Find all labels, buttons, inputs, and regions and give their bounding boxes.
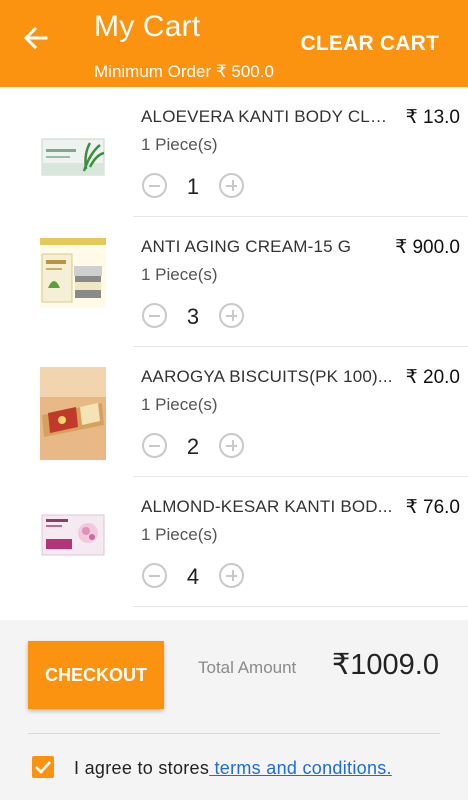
cart-list: ALOEVERA KANTI BODY CLE... ₹ 13.0 1 Piec… <box>0 87 468 620</box>
back-arrow-icon[interactable] <box>22 24 50 52</box>
quantity-value: 1 <box>186 173 200 199</box>
item-name[interactable]: ANTI AGING CREAM-15 G <box>141 237 394 257</box>
increase-quantity-button[interactable] <box>219 562 244 588</box>
item-unit: 1 Piece(s) <box>141 265 218 284</box>
cart-item: AAROGYA BISCUITS(PK 100)... ₹ 20.0 1 Pie… <box>0 347 468 477</box>
almond-kesar-soap-image <box>40 501 106 571</box>
app-bar: My Cart Minimum Order ₹ 500.0 CLEAR CART <box>0 0 468 87</box>
increase-quantity-button[interactable] <box>219 302 244 328</box>
aarogya-biscuits-image <box>40 367 106 460</box>
decrease-quantity-button[interactable] <box>142 562 167 588</box>
item-unit: 1 Piece(s) <box>141 525 218 544</box>
terms-link[interactable]: terms and conditions. <box>209 758 392 778</box>
cart-item: ALMOND-KESAR KANTI BOD... ₹ 76.0 1 Piece… <box>0 477 468 607</box>
total-amount-value: ₹1009.0 <box>331 649 439 681</box>
clear-cart-button[interactable]: CLEAR CART <box>301 32 440 56</box>
quantity-stepper: 2 <box>142 431 244 459</box>
aloevera-soap-image <box>40 123 106 193</box>
item-price: ₹ 20.0 <box>405 367 460 388</box>
total-amount-label: Total Amount <box>198 658 297 677</box>
cart-item: ANTI AGING CREAM-15 G ₹ 900.0 1 Piece(s)… <box>0 217 468 347</box>
item-unit: 1 Piece(s) <box>141 135 218 154</box>
anti-aging-cream-image <box>40 238 106 308</box>
item-name[interactable]: ALMOND-KESAR KANTI BOD... <box>141 497 394 517</box>
item-name[interactable]: AAROGYA BISCUITS(PK 100)... <box>141 367 394 387</box>
cart-footer: CHECKOUT Total Amount ₹1009.0 I agree to… <box>0 620 468 800</box>
terms-checkbox[interactable] <box>32 756 54 778</box>
quantity-stepper: 1 <box>142 171 244 199</box>
quantity-stepper: 3 <box>142 301 244 329</box>
quantity-value: 4 <box>186 563 200 589</box>
quantity-stepper: 4 <box>142 561 244 589</box>
footer-divider <box>28 733 440 734</box>
quantity-value: 3 <box>186 303 200 329</box>
item-price: ₹ 13.0 <box>405 107 460 128</box>
quantity-value: 2 <box>186 433 200 459</box>
decrease-quantity-button[interactable] <box>142 172 167 198</box>
agree-text: I agree to stores <box>74 758 210 778</box>
terms-agreement: I agree to stores terms and conditions. <box>74 758 392 779</box>
decrease-quantity-button[interactable] <box>142 432 167 458</box>
increase-quantity-button[interactable] <box>219 172 244 198</box>
minimum-order-text: Minimum Order ₹ 500.0 <box>94 62 274 81</box>
item-price: ₹ 900.0 <box>395 237 460 258</box>
page-title: My Cart <box>94 10 201 43</box>
item-name[interactable]: ALOEVERA KANTI BODY CLE... <box>141 107 394 127</box>
checkout-button[interactable]: CHECKOUT <box>28 641 164 709</box>
item-price: ₹ 76.0 <box>405 497 460 518</box>
increase-quantity-button[interactable] <box>219 432 244 458</box>
item-unit: 1 Piece(s) <box>141 395 218 414</box>
cart-item: ALOEVERA KANTI BODY CLE... ₹ 13.0 1 Piec… <box>0 87 468 217</box>
item-divider <box>133 606 468 607</box>
checkmark-icon <box>35 761 51 774</box>
decrease-quantity-button[interactable] <box>142 302 167 328</box>
